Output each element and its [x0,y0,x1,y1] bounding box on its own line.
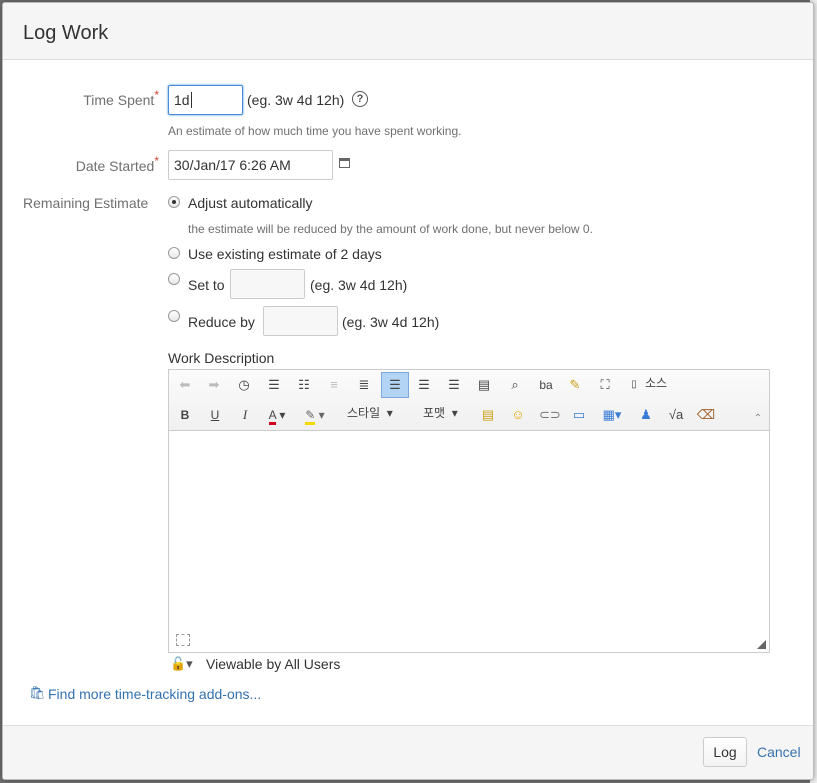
log-button[interactable]: Log [703,737,747,767]
format-dropdown[interactable]: 포맷 ▾ [423,402,458,424]
highlight-color-icon[interactable]: ✎ ▾ [302,404,328,426]
outdent-icon[interactable]: ≡ [324,374,344,396]
indent-icon[interactable]: ≣ [354,374,374,396]
bullet-list-icon[interactable]: ☷ [294,374,314,396]
date-started-label-text: Date Started [75,158,155,174]
reduce-by-example: (eg. 3w 4d 12h) [342,314,440,330]
reduce-by-radio[interactable] [168,310,180,322]
maximize-icon[interactable]: ⛶ [595,374,615,396]
find-addons-link[interactable]: Find more time-tracking add-ons... [48,686,261,702]
history-icon[interactable]: ◷ [234,374,254,396]
clear-format-icon[interactable]: ⌫ [696,404,716,426]
set-to-radio[interactable] [168,273,180,285]
rich-text-editor: ⬅ ➡ ◷ ☰ ☷ ≡ ≣ ☰ ☰ ☰ ▤ ⌕ ba ✎ ⛶ ▯ 소스 B U … [168,369,770,653]
undo-icon[interactable]: ⬅ [175,374,195,396]
reduce-by-input[interactable] [263,306,338,336]
time-spent-label: Time Spent* [23,88,159,108]
calendar-icon[interactable] [339,158,350,168]
log-work-dialog: Log Work Time Spent* 1d (eg. 3w 4d 12h) … [2,2,814,780]
editor-toolbar: ⬅ ➡ ◷ ☰ ☷ ≡ ≣ ☰ ☰ ☰ ▤ ⌕ ba ✎ ⛶ ▯ 소스 B U … [169,370,769,431]
reduce-by-label: Reduce by [188,314,255,330]
marketplace-icon: 🛍 [29,685,46,700]
adjust-automatically-radio[interactable] [168,196,180,208]
find-icon[interactable]: ⌕ [505,374,525,396]
required-marker: * [154,88,159,102]
time-spent-example: (eg. 3w 4d 12h) [247,92,345,108]
emoticon-icon[interactable]: ☺ [509,404,527,426]
remaining-estimate-label: Remaining Estimate [23,195,149,211]
resize-handle-icon[interactable] [757,640,766,649]
dialog-footer: Log Cancel [3,725,813,779]
date-started-label: Date Started* [23,154,159,174]
align-left-icon[interactable]: ☰ [381,372,409,398]
time-spent-description: An estimate of how much time you have sp… [168,124,462,138]
use-existing-estimate-radio[interactable] [168,247,180,259]
set-to-label: Set to [188,277,225,293]
italic-button[interactable]: I [235,404,255,426]
numbered-list-icon[interactable]: ☰ [264,374,284,396]
adjust-automatically-label: Adjust automatically [188,195,313,211]
work-description-label: Work Description [168,350,275,366]
dialog-header: Log Work [3,3,813,60]
collapse-toolbar-icon[interactable]: ⌃ [751,408,765,430]
image-icon[interactable]: ▭ [569,404,589,426]
paste-icon[interactable]: ▤ [479,404,497,426]
replace-icon[interactable]: ba [535,374,557,396]
show-blocks-icon[interactable] [176,634,190,646]
adjust-automatically-hint: the estimate will be reduced by the amou… [188,222,593,236]
link-icon[interactable]: ⊂⊃ [539,404,561,426]
dialog-title: Log Work [23,22,109,44]
formula-icon[interactable]: √a [666,404,686,426]
set-to-input[interactable] [230,269,305,299]
question-circle-icon[interactable]: ? [352,91,368,107]
source-icon[interactable]: ▯ [627,374,641,396]
work-description-textarea[interactable] [169,431,769,652]
lock-icon[interactable]: 🔓▾ [170,656,193,672]
cancel-link[interactable]: Cancel [757,744,801,760]
use-existing-estimate-label: Use existing estimate of 2 days [188,246,382,262]
style-dropdown-label: 스타일 [347,406,381,420]
time-spent-input[interactable]: 1d [168,85,243,115]
time-spent-value: 1d [174,92,190,108]
format-dropdown-label: 포맷 [423,406,446,420]
source-button[interactable]: 소스 [645,372,667,394]
redo-icon[interactable]: ➡ [204,374,224,396]
align-justify-icon[interactable]: ▤ [474,374,494,396]
bold-button[interactable]: B [175,404,195,426]
style-dropdown[interactable]: 스타일 ▾ [347,402,393,424]
underline-button[interactable]: U [205,404,225,426]
table-icon[interactable]: ▦▾ [599,404,625,426]
spellcheck-icon[interactable]: ✎ [565,374,585,396]
align-center-icon[interactable]: ☰ [414,374,434,396]
text-color-icon[interactable]: A ▾ [264,404,290,426]
required-marker: * [154,154,159,168]
date-started-input[interactable]: 30/Jan/17 6:26 AM [168,150,333,180]
align-right-icon[interactable]: ☰ [444,374,464,396]
set-to-example: (eg. 3w 4d 12h) [310,277,408,293]
user-mention-icon[interactable]: ♟ [636,404,656,426]
time-spent-label-text: Time Spent [83,92,155,108]
visibility-label: Viewable by All Users [206,656,341,672]
